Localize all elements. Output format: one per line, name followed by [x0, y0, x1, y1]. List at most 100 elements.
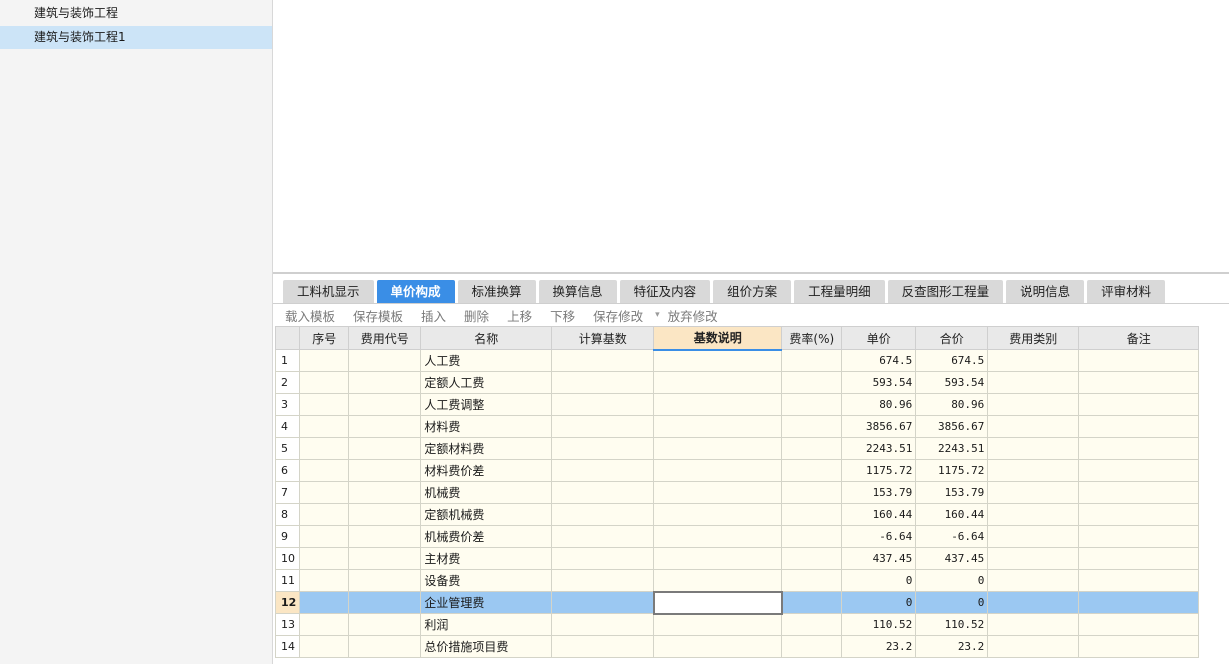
cell-name[interactable]: 机械费 — [420, 481, 553, 504]
cell-remarks[interactable] — [1078, 349, 1200, 372]
cell-remarks[interactable] — [1078, 459, 1200, 482]
tab-standard-conversion[interactable]: 标准换算 — [457, 280, 536, 303]
cell-name[interactable]: 定额机械费 — [420, 503, 553, 526]
cell-seq-no[interactable] — [299, 569, 350, 592]
cell-rate[interactable] — [781, 613, 843, 636]
table-row[interactable]: 3 人工费调整 80.96 80.96 — [274, 393, 1200, 416]
cell-fee-category[interactable] — [987, 635, 1080, 658]
cell-remarks[interactable] — [1078, 525, 1200, 548]
tab-conversion-info[interactable]: 换算信息 — [538, 280, 617, 303]
cell-unit-price[interactable]: 23.2 — [841, 635, 917, 658]
header-base-description[interactable]: 基数说明 — [653, 326, 783, 351]
cell-unit-price[interactable]: 437.45 — [841, 547, 917, 570]
cell-fee-category[interactable] — [987, 591, 1080, 614]
cell-name[interactable]: 设备费 — [420, 569, 553, 592]
cell-calc-base[interactable] — [551, 349, 655, 372]
header-remarks[interactable]: 备注 — [1078, 326, 1200, 350]
header-seq-no[interactable]: 序号 — [299, 326, 350, 350]
cell-name[interactable]: 材料费价差 — [420, 459, 553, 482]
tab-labor-material-machine[interactable]: 工料机显示 — [283, 280, 374, 303]
row-number[interactable]: 4 — [274, 415, 301, 438]
save-changes-button[interactable]: 保存修改 — [593, 306, 643, 325]
cell-base-description[interactable] — [653, 635, 783, 658]
insert-button[interactable]: 插入 — [421, 306, 446, 325]
tab-features-content[interactable]: 特征及内容 — [619, 280, 711, 303]
cell-base-description[interactable] — [653, 613, 783, 636]
cell-base-description[interactable] — [652, 590, 783, 615]
cell-fee-code[interactable] — [348, 459, 422, 482]
move-down-button[interactable]: 下移 — [550, 306, 575, 325]
cell-seq-no[interactable] — [299, 415, 350, 438]
chevron-down-icon[interactable]: ▾ — [655, 310, 660, 320]
cell-total-price[interactable]: 80.96 — [915, 393, 989, 416]
cell-fee-category[interactable] — [987, 547, 1080, 570]
cell-fee-code[interactable] — [348, 349, 422, 372]
cell-calc-base[interactable] — [551, 613, 655, 636]
cell-unit-price[interactable]: 3856.67 — [841, 415, 917, 438]
cell-total-price[interactable]: 1175.72 — [915, 459, 989, 482]
cell-seq-no[interactable] — [299, 503, 350, 526]
cell-seq-no[interactable] — [299, 437, 350, 460]
row-number[interactable]: 9 — [274, 525, 301, 548]
row-number[interactable]: 2 — [274, 371, 301, 394]
row-number[interactable]: 8 — [274, 503, 301, 526]
cell-unit-price[interactable]: 80.96 — [841, 393, 917, 416]
row-number[interactable]: 12 — [274, 591, 301, 614]
cell-calc-base[interactable] — [551, 503, 655, 526]
cell-calc-base[interactable] — [551, 393, 655, 416]
cell-total-price[interactable]: 674.5 — [915, 349, 989, 372]
cell-name[interactable]: 利润 — [420, 613, 553, 636]
tab-pricing-scheme[interactable]: 组价方案 — [713, 280, 792, 303]
cell-base-description[interactable] — [653, 547, 783, 570]
cell-seq-no[interactable] — [299, 371, 350, 394]
cell-fee-code[interactable] — [348, 503, 422, 526]
cell-seq-no[interactable] — [299, 613, 350, 636]
table-row[interactable]: 5 定额材料费 2243.51 2243.51 — [274, 437, 1200, 460]
cell-rate[interactable] — [781, 635, 843, 658]
row-number[interactable]: 10 — [274, 547, 301, 570]
cell-fee-category[interactable] — [987, 459, 1080, 482]
cell-calc-base[interactable] — [551, 371, 655, 394]
cell-rate[interactable] — [781, 547, 843, 570]
cell-base-description[interactable] — [653, 569, 783, 592]
cell-base-description[interactable] — [653, 481, 783, 504]
cell-rate[interactable] — [781, 437, 843, 460]
table-row[interactable]: 10 主材费 437.45 437.45 — [274, 547, 1200, 570]
row-number[interactable]: 11 — [274, 569, 301, 592]
cell-unit-price[interactable]: 0 — [841, 591, 917, 614]
cell-base-description[interactable] — [653, 393, 783, 416]
cell-rate[interactable] — [781, 349, 843, 372]
tab-review-materials[interactable]: 评审材料 — [1087, 280, 1166, 303]
cell-calc-base[interactable] — [551, 481, 655, 504]
cell-fee-category[interactable] — [987, 525, 1080, 548]
cell-fee-code[interactable] — [348, 635, 422, 658]
cell-remarks[interactable] — [1078, 591, 1200, 614]
cell-rate[interactable] — [781, 503, 843, 526]
cell-rate[interactable] — [781, 525, 843, 548]
cell-name[interactable]: 定额人工费 — [420, 371, 553, 394]
tree-item-building-decoration-1[interactable]: 建筑与装饰工程1 — [0, 26, 272, 49]
cell-fee-category[interactable] — [987, 503, 1080, 526]
cell-unit-price[interactable]: 2243.51 — [841, 437, 917, 460]
cell-base-description[interactable] — [653, 503, 783, 526]
cell-remarks[interactable] — [1078, 415, 1200, 438]
table-row[interactable]: 2 定额人工费 593.54 593.54 — [274, 371, 1200, 394]
load-template-button[interactable]: 载入模板 — [285, 306, 335, 325]
cell-remarks[interactable] — [1078, 547, 1200, 570]
cell-fee-code[interactable] — [348, 613, 422, 636]
row-number[interactable]: 7 — [274, 481, 301, 504]
table-row[interactable]: 7 机械费 153.79 153.79 — [274, 481, 1200, 504]
cell-unit-price[interactable]: 110.52 — [841, 613, 917, 636]
row-number[interactable]: 6 — [274, 459, 301, 482]
table-row[interactable]: 14 总价措施项目费 23.2 23.2 — [274, 635, 1200, 658]
table-row[interactable]: 1 人工费 674.5 674.5 — [274, 349, 1200, 372]
delete-button[interactable]: 删除 — [464, 306, 489, 325]
cell-fee-category[interactable] — [987, 393, 1080, 416]
cell-total-price[interactable]: 593.54 — [915, 371, 989, 394]
cell-fee-code[interactable] — [348, 525, 422, 548]
cell-seq-no[interactable] — [299, 459, 350, 482]
cell-rate[interactable] — [781, 569, 843, 592]
cell-rate[interactable] — [781, 393, 843, 416]
row-number[interactable]: 1 — [274, 349, 301, 372]
table-row[interactable]: 12 企业管理费 0 0 — [274, 590, 1200, 615]
